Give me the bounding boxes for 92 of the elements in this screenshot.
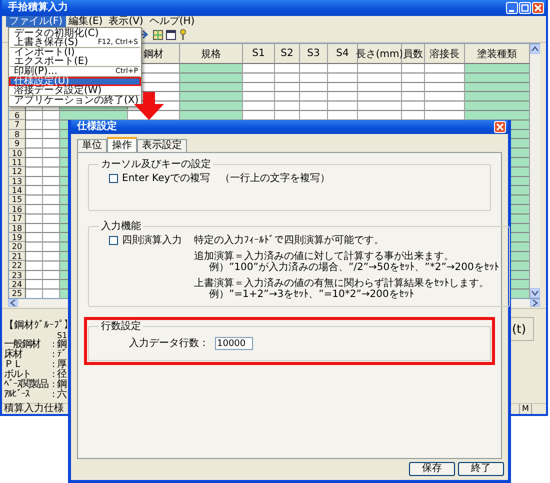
- group-label: ボルト: [4, 370, 31, 380]
- column-header[interactable]: S2: [275, 44, 300, 64]
- menu-item[interactable]: ファイル(F): [6, 16, 66, 27]
- note-text: 上書演算＝入力済みの値の有無に関わらず計算結果をｾｯﾄします。: [193, 278, 490, 289]
- key-icon[interactable]: [179, 29, 187, 40]
- row-number: 24: [9, 280, 25, 290]
- window-icon[interactable]: [166, 30, 176, 40]
- checkbox-label[interactable]: Enter Keyでの複写 （一行上の文字を複写）: [122, 173, 330, 184]
- colon-text: :: [52, 350, 56, 360]
- group-value: ﾃﾞ: [57, 350, 67, 360]
- column-header[interactable]: 溶接長: [425, 44, 465, 64]
- close-button[interactable]: [494, 121, 506, 133]
- group-title: 【鋼材ｸﾞﾙｰﾌﾟ】: [4, 321, 74, 331]
- colon-text: :: [52, 390, 56, 400]
- tab[interactable]: 表示設定: [137, 139, 187, 152]
- checkbox-label[interactable]: 四則演算入力: [122, 235, 182, 246]
- menu-item[interactable]: インポート(I): [9, 48, 141, 57]
- group-value: 厚: [57, 360, 67, 370]
- group-value: 鋼: [57, 380, 67, 390]
- dialog-button[interactable]: 終了: [458, 462, 504, 476]
- close-icon: [496, 123, 504, 131]
- row-number: 18: [9, 224, 25, 234]
- row-number: 16: [9, 204, 25, 214]
- dialog-button[interactable]: 保存: [409, 462, 455, 476]
- checkbox[interactable]: [109, 174, 118, 183]
- menu-item[interactable]: ヘルプ(H): [146, 16, 198, 27]
- row-number: 12: [9, 167, 25, 177]
- close-icon: [534, 4, 542, 12]
- group-title: 行数設定: [100, 321, 142, 332]
- maximize-button[interactable]: [519, 2, 531, 14]
- group-label: ﾍﾞｰｽ関製品: [4, 380, 50, 390]
- column-header[interactable]: S1: [243, 44, 275, 64]
- group-value: 鋼: [57, 340, 67, 350]
- group-title: カーソル及びキーの設定: [100, 159, 212, 170]
- row-number: 9: [9, 139, 25, 149]
- colon-text: :: [52, 380, 56, 390]
- group-label: 一般鋼材: [4, 340, 42, 350]
- group-label: ｱﾙﾋﾞｰｽ: [4, 390, 30, 400]
- column-header[interactable]: 規格: [180, 44, 243, 64]
- colon-text: :: [52, 340, 56, 350]
- column-header[interactable]: 長さ(mm): [358, 44, 402, 64]
- dialog-title: 仕様設定: [77, 122, 118, 132]
- example-text: 例）”100”が入力済みの場合、”/2”→50をｾｯﾄ、”*2”→200をｾｯﾄ: [208, 262, 499, 273]
- note-text: 追加演算＝入力済みの値に対して計算する事が出来ます。: [193, 251, 455, 262]
- status-text: 積算入力仕様: [3, 404, 65, 414]
- row-number: 20: [9, 242, 25, 252]
- column-header[interactable]: S4: [328, 44, 358, 64]
- description-text: 特定の入力ﾌｨｰﾙﾄﾞで四則演算が可能です。: [194, 235, 384, 246]
- group-label: ＰＬ: [4, 360, 22, 370]
- row-number: 19: [9, 233, 25, 242]
- row-number: 13: [9, 176, 25, 186]
- status-pane: M: [519, 404, 531, 414]
- menu-item[interactable]: エクスポート(E): [9, 57, 141, 66]
- row-number: 8: [9, 130, 25, 140]
- menu-item[interactable]: 編集(E): [66, 16, 106, 27]
- row-number: 6: [9, 110, 25, 120]
- menu-item[interactable]: データの初期化(C): [9, 29, 141, 38]
- row-number: 14: [9, 186, 25, 196]
- column-label: S1: [56, 331, 68, 340]
- tab[interactable]: 単位: [77, 139, 107, 152]
- group-value: 径: [57, 370, 67, 380]
- menu-item[interactable]: 溶接データ設定(W): [9, 86, 141, 95]
- row-number: 23: [9, 270, 25, 280]
- example-text: 例）”=1+2”→3をｾｯﾄ、”=10*2”→200をｾｯﾄ: [208, 289, 415, 300]
- minimize-button[interactable]: [506, 2, 518, 14]
- checkbox[interactable]: [109, 236, 118, 245]
- maximize-icon: [521, 4, 529, 12]
- row-number: 11: [9, 158, 25, 168]
- group-value: 六: [57, 390, 67, 400]
- group-label: 床材: [4, 350, 24, 360]
- colon-text: :: [52, 360, 56, 370]
- close-button[interactable]: [532, 2, 544, 14]
- row-number: 7: [9, 120, 25, 130]
- grid-icon[interactable]: [153, 30, 163, 40]
- column-header[interactable]: 員数: [402, 44, 425, 64]
- menu-item[interactable]: アプリケーションの終了(X): [9, 96, 141, 105]
- vertical-scrollbar[interactable]: [530, 44, 540, 298]
- column-header[interactable]: S3: [300, 44, 328, 64]
- window-title: 手拾積算入力: [8, 3, 69, 13]
- field-label: 入力データ行数：: [129, 338, 209, 349]
- column-header[interactable]: 塗装種類: [465, 44, 530, 64]
- menu-item[interactable]: 仕様設定(U): [9, 77, 141, 86]
- tab[interactable]: 操作: [107, 137, 137, 152]
- row-number: 17: [9, 214, 25, 224]
- row-number: 15: [9, 195, 25, 205]
- group-title: 入力機能: [100, 221, 142, 232]
- row-number: 10: [9, 148, 25, 158]
- menu-item[interactable]: 表示(V): [106, 16, 146, 27]
- colon-text: :: [52, 370, 56, 380]
- row-number: 22: [9, 261, 25, 271]
- row-number: 21: [9, 252, 25, 262]
- input-field[interactable]: 10000: [215, 337, 253, 350]
